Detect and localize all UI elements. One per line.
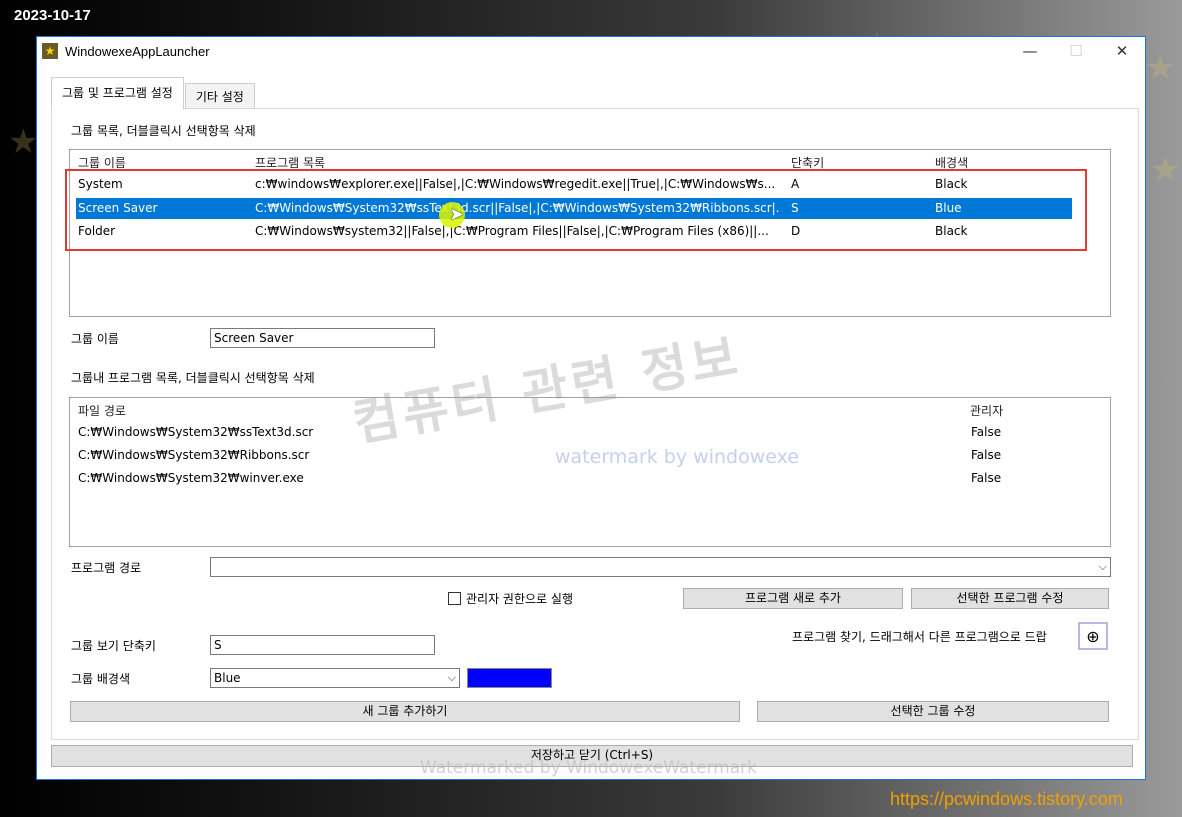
star-decoration: ★ (1145, 48, 1176, 88)
program-list-label: 그룹내 프로그램 목록, 더블클릭시 선택항목 삭제 (71, 371, 315, 385)
cell-admin: False (971, 448, 1002, 462)
highlight-box (65, 169, 1087, 251)
chevron-down-icon[interactable]: ⌵ (1099, 558, 1107, 576)
settings-panel: 그룹 목록, 더블클릭시 선택항목 삭제 그룹 이름 프로그램 목록 단축키 배… (51, 108, 1139, 740)
group-name-label: 그룹 이름 (71, 332, 119, 346)
watermark-caption: watermark by windowexe (555, 446, 799, 468)
run-as-admin-label: 관리자 권한으로 실행 (466, 592, 573, 606)
add-program-button[interactable]: 프로그램 새로 추가 (683, 588, 903, 609)
watermark-bottom: Watermarked by WindowexeWatermark (420, 758, 758, 778)
tab-other-settings[interactable]: 기타 설정 (184, 83, 255, 110)
close-button[interactable]: ✕ (1099, 37, 1145, 65)
column-header-admin[interactable]: 관리자 (970, 402, 1003, 419)
group-list-label: 그룹 목록, 더블클릭시 선택항목 삭제 (71, 124, 256, 138)
bgcolor-label: 그룹 배경색 (71, 672, 131, 686)
checkbox-icon[interactable] (448, 592, 461, 605)
program-path-label: 프로그램 경로 (71, 561, 142, 575)
cell-admin: False (971, 471, 1002, 485)
site-url: https://pcwindows.tistory.com (890, 789, 1123, 809)
run-as-admin-checkbox[interactable]: 관리자 권한으로 실행 (448, 590, 573, 607)
tab-strip: 그룹 및 프로그램 설정 기타 설정 (51, 77, 256, 110)
title-bar[interactable]: ★ WindowexeAppLauncher — ☐ ✕ (37, 37, 1145, 65)
edit-program-button[interactable]: 선택한 프로그램 수정 (911, 588, 1109, 609)
hotkey-label: 그룹 보기 단축키 (71, 639, 156, 653)
group-name-input[interactable]: Screen Saver (210, 328, 435, 348)
program-path-combo[interactable]: ⌵ (210, 557, 1111, 577)
crosshair-finder-icon[interactable]: ⊕ (1078, 622, 1108, 650)
app-star-icon: ★ (42, 43, 58, 59)
window-title: WindowexeAppLauncher (65, 43, 210, 59)
list-item[interactable]: C:₩Windows₩System32₩winver.exe False (76, 468, 1072, 489)
star-decoration: ★ (1150, 150, 1181, 190)
cell-admin: False (971, 425, 1002, 439)
maximize-button[interactable]: ☐ (1053, 37, 1099, 65)
chevron-down-icon[interactable]: ⌵ (448, 669, 456, 687)
color-swatch (467, 668, 552, 688)
add-group-button[interactable]: 새 그룹 추가하기 (70, 701, 740, 722)
bgcolor-value: Blue (214, 671, 241, 685)
minimize-button[interactable]: — (1007, 37, 1053, 65)
bgcolor-combo[interactable]: Blue ⌵ (210, 668, 460, 688)
list-item[interactable]: C:₩Windows₩System32₩ssText3d.scr False (76, 422, 1072, 443)
star-decoration: ★ (8, 122, 39, 162)
program-list[interactable]: 파일 경로 관리자 C:₩Windows₩System32₩ssText3d.s… (69, 397, 1111, 547)
hotkey-input[interactable]: S (210, 635, 435, 655)
date-stamp: 2023-10-17 (14, 7, 91, 24)
mouse-pointer-icon: ➤ (449, 204, 465, 225)
tab-group-program-settings[interactable]: 그룹 및 프로그램 설정 (51, 77, 184, 110)
find-program-label: 프로그램 찾기, 드래그해서 다른 프로그램으로 드랍 (792, 630, 1047, 644)
column-header-file-path[interactable]: 파일 경로 (78, 402, 126, 419)
cell-file-path: C:₩Windows₩System32₩winver.exe (78, 471, 304, 485)
edit-group-button[interactable]: 선택한 그룹 수정 (757, 701, 1109, 722)
